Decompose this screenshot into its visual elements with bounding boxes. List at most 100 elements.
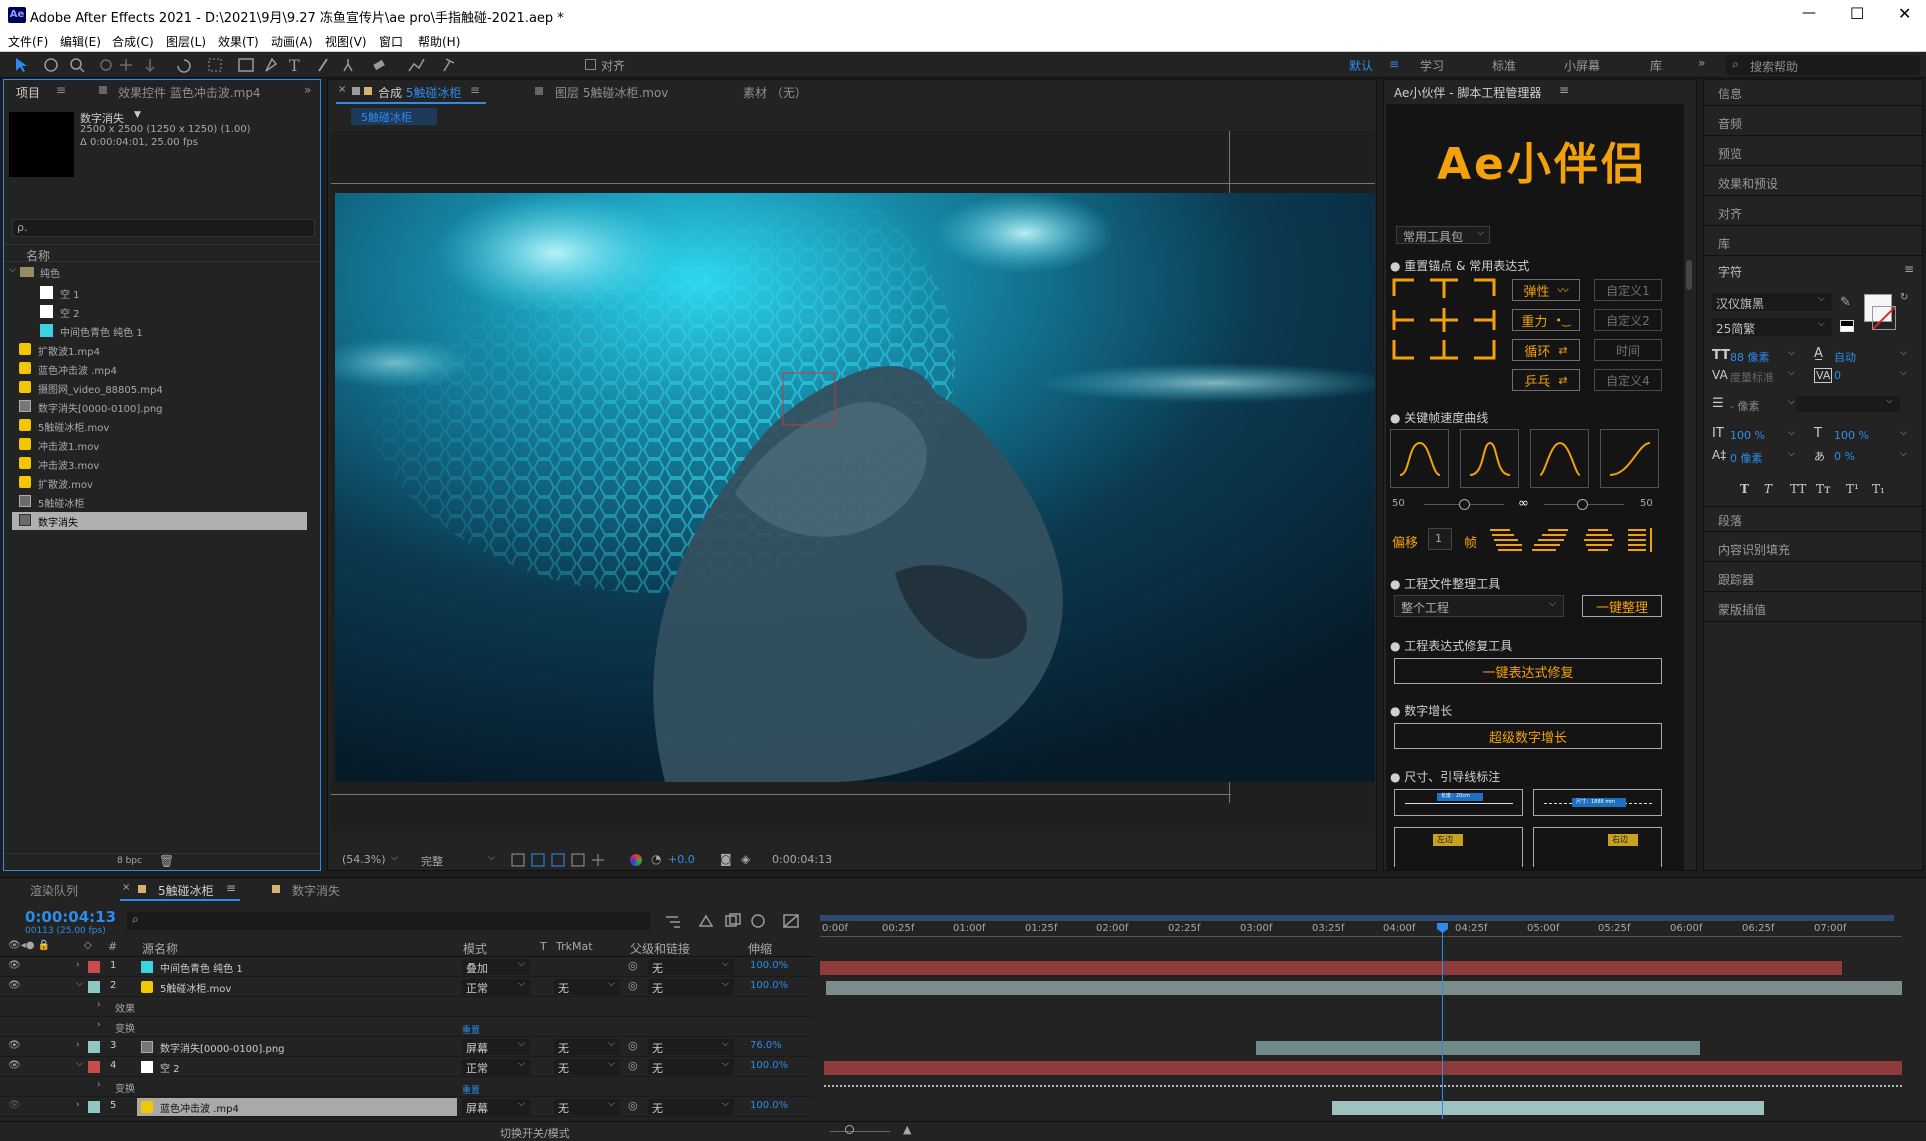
list-item[interactable]: 空 1	[4, 284, 304, 301]
list-item[interactable]: 扩散波1.mp4	[4, 341, 304, 359]
number-growth-button[interactable]: 超级数字增长	[1394, 723, 1662, 749]
stretch-value[interactable]: 100.0%	[750, 1060, 788, 1071]
layer-bar[interactable]	[826, 981, 1902, 995]
eye-icon[interactable]: 👁	[8, 1100, 21, 1111]
effects-group-row[interactable]: › 效果	[0, 998, 814, 1017]
tab-comp-digital[interactable]: 数字消失	[292, 882, 340, 899]
subscript-button[interactable]: T₁	[1872, 482, 1885, 496]
resolution-dropdown[interactable]: 完整	[421, 853, 443, 869]
tab-effect-controls[interactable]: 效果控件 蓝色冲击波.mp4	[118, 84, 261, 101]
blend-mode-dropdown[interactable]: 叠加 ⌵	[462, 959, 530, 975]
label-color-swatch[interactable]	[88, 961, 100, 973]
close-icon[interactable]: ×	[122, 882, 130, 893]
transform-group-row[interactable]: › 变换 重置	[0, 1078, 814, 1097]
layer-bar[interactable]	[1332, 1101, 1764, 1115]
list-item[interactable]: 摄图网_video_88805.mp4	[4, 379, 304, 397]
zoom-dropdown[interactable]: (54.3%)	[342, 853, 386, 866]
panel-item-content-aware-fill[interactable]: 内容识别填充	[1704, 536, 1922, 562]
expand-arrow-icon[interactable]: ›	[97, 1020, 101, 1030]
tab-menu-icon[interactable]: ≡	[226, 881, 236, 895]
list-item[interactable]: 5触碰冰柜	[4, 493, 304, 511]
trkmat-dropdown[interactable]: 无 ⌵	[554, 979, 620, 995]
menu-animation[interactable]: 动画(A)	[271, 33, 313, 50]
layer-bar[interactable]	[820, 961, 1842, 975]
expand-arrow-icon[interactable]: ⌵	[76, 979, 83, 989]
pickwhip-icon[interactable]: ◎	[628, 1099, 638, 1112]
trash-icon[interactable]: 🗑	[159, 854, 174, 868]
viewer-timecode[interactable]: 0:00:04:13	[772, 853, 832, 866]
folder-row[interactable]: ⌵ 纯色	[4, 264, 304, 281]
layer-search-input[interactable]: ⌕	[127, 912, 650, 930]
parent-dropdown[interactable]: 无 ⌵	[648, 1039, 734, 1055]
menu-help[interactable]: 帮助(H)	[418, 33, 460, 50]
small-caps-button[interactable]: Tт	[1816, 482, 1831, 496]
tab-render-queue[interactable]: 渲染队列	[30, 882, 78, 899]
workspace-default[interactable]: 默认	[1349, 57, 1373, 74]
project-scope-dropdown[interactable]: 整个工程 ⌵	[1394, 595, 1564, 617]
custom-2-button[interactable]: 自定义2	[1594, 309, 1662, 331]
table-row[interactable]: 👁 › 3 数字消失[0000-0100].png 屏幕 ⌵ 无 ⌵ ◎ 无 ⌵ 76…	[0, 1038, 814, 1057]
stagger-icons[interactable]	[1488, 526, 1658, 554]
stretch-value[interactable]: 100.0%	[750, 980, 788, 991]
menu-composition[interactable]: 合成(C)	[112, 33, 154, 50]
superscript-button[interactable]: T¹	[1846, 482, 1859, 496]
panel-item-mask-interpolation[interactable]: 蒙版插值	[1704, 596, 1922, 622]
expand-arrow-icon[interactable]: ›	[76, 1040, 80, 1050]
column-parent[interactable]: 父级和链接	[630, 940, 690, 957]
tracking-value[interactable]: 0	[1834, 369, 1841, 382]
label-color-swatch[interactable]	[88, 1041, 100, 1053]
blend-mode-dropdown[interactable]: 屏幕 ⌵	[462, 1099, 530, 1115]
blend-mode-dropdown[interactable]: 正常 ⌵	[462, 979, 530, 995]
zoom-in-icon[interactable]: ▲	[903, 1123, 911, 1136]
leader-guide-right[interactable]: 右边	[1533, 827, 1662, 867]
menu-view[interactable]: 视图(V)	[325, 33, 367, 50]
stroke-width-value[interactable]: - 像素	[1730, 398, 1759, 414]
name-column-header[interactable]: 名称	[26, 247, 50, 264]
default-colors-icon[interactable]	[1840, 320, 1854, 332]
viewer-toggle-icons[interactable]	[510, 853, 630, 867]
blend-mode-dropdown[interactable]: 正常 ⌵	[462, 1059, 530, 1075]
offset-input[interactable]: 1	[1428, 528, 1452, 550]
comp-breadcrumb[interactable]: 5触碰冰柜	[351, 108, 437, 125]
eye-icon[interactable]: 👁	[8, 1060, 21, 1071]
workspace-overflow-icon[interactable]: »	[1698, 56, 1705, 70]
panel-overflow-icon[interactable]: »	[304, 83, 311, 97]
playhead[interactable]	[1442, 923, 1443, 1119]
help-search[interactable]: ⌕ 搜索帮助	[1726, 55, 1920, 75]
reset-link[interactable]: 重置	[462, 1083, 480, 1096]
panel-item-tracker[interactable]: 跟踪器	[1704, 566, 1922, 592]
tab-comp-5[interactable]: 5触碰冰柜	[158, 882, 214, 899]
panel-item-info[interactable]: 信息	[1704, 80, 1922, 106]
loop-expression-button[interactable]: 循环 ⇄	[1512, 339, 1580, 361]
column-stretch[interactable]: 伸缩	[748, 940, 772, 957]
ease-curve-buttons[interactable]	[1390, 429, 1670, 491]
table-row[interactable]: 👁 ⌵ 2 5触碰冰柜.mov 正常 ⌵ 无 ⌵ ◎ 无 ⌵ 100.0%	[0, 978, 814, 997]
layer-name[interactable]: 中间色青色 纯色 1	[160, 960, 243, 975]
pickwhip-icon[interactable]: ◎	[628, 1039, 638, 1052]
camera-icon[interactable]: ◙	[720, 852, 732, 866]
table-row[interactable]: 👁 ⌵ 4 空 2 正常 ⌵ 无 ⌵ ◎ 无 ⌵ 100.0%	[0, 1058, 814, 1077]
table-row[interactable]: 👁 › 5 蓝色冲击波 .mp4 屏幕 ⌵ 无 ⌵ ◎ 无 ⌵ 100.0%	[0, 1098, 814, 1117]
expand-arrow-icon[interactable]: ›	[76, 1100, 80, 1110]
chevron-down-icon[interactable]: ⌵	[9, 265, 16, 275]
expand-arrow-icon[interactable]: ›	[76, 960, 80, 970]
menu-layer[interactable]: 图层(L)	[166, 33, 206, 50]
time-button[interactable]: 时间	[1594, 339, 1662, 361]
trkmat-dropdown[interactable]: 无 ⌵	[554, 1039, 620, 1055]
workspace-small-screen[interactable]: 小屏幕	[1564, 57, 1600, 74]
expression-fix-button[interactable]: 一键表达式修复	[1394, 658, 1662, 684]
work-area-bar[interactable]	[820, 915, 1894, 921]
table-row[interactable]: 👁 › 1 中间色青色 纯色 1 叠加 ⌵ ◎ 无 ⌵ 100.0%	[0, 958, 814, 977]
font-style-dropdown[interactable]: 25简繁 ⌵	[1712, 318, 1832, 336]
pingpong-expression-button[interactable]: 乒乓 ⇄	[1512, 369, 1580, 391]
elastic-expression-button[interactable]: 弹性〰	[1512, 279, 1580, 301]
tsume-value[interactable]: 0 %	[1834, 450, 1855, 463]
faux-italic-button[interactable]: T	[1764, 482, 1772, 496]
dimension-guide-2[interactable]: 尺寸：1888 mm	[1533, 789, 1662, 816]
timeline-switch-icons[interactable]	[664, 912, 804, 930]
parent-dropdown[interactable]: 无 ⌵	[648, 1099, 734, 1115]
trkmat-dropdown[interactable]: 无 ⌵	[554, 1059, 620, 1075]
tab-project[interactable]: 项目	[16, 84, 40, 101]
current-timecode[interactable]: 0:00:04:13	[25, 908, 116, 926]
pickwhip-icon[interactable]: ◎	[628, 979, 638, 992]
